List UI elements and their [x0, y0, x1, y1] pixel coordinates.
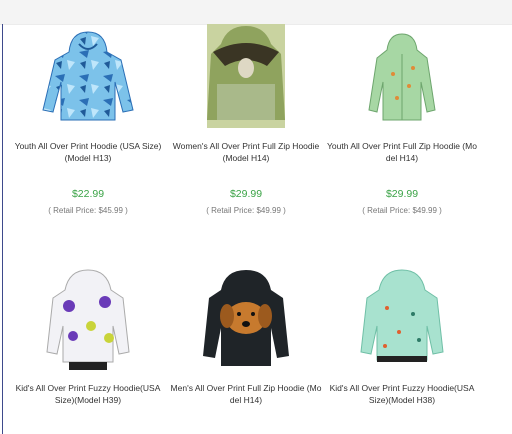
eagle-print-hoodie-icon[interactable]: [187, 24, 305, 128]
product-title[interactable]: Youth All Over Print Full Zip Hoodie (Mo…: [324, 140, 480, 164]
purple-flower-hoodie-icon[interactable]: [29, 266, 147, 370]
product-card[interactable]: Youth All Over Print Full Zip Hoodie (Mo…: [324, 24, 480, 215]
product-card[interactable]: Kid's All Over Print Fuzzy Hoodie(USA Si…: [10, 266, 166, 406]
product-card[interactable]: Men's All Over Print Full Zip Hoodie (Mo…: [168, 266, 324, 406]
product-title[interactable]: Kid's All Over Print Fuzzy Hoodie(USA Si…: [10, 382, 166, 406]
product-price: $22.99: [71, 188, 105, 200]
top-bar: [0, 0, 512, 25]
retail-price: ( Retail Price: $49.99 ): [362, 206, 442, 215]
retail-price: ( Retail Price: $49.99 ): [206, 206, 286, 215]
product-card[interactable]: Youth All Over Print Hoodie (USA Size) (…: [10, 24, 166, 215]
product-title[interactable]: Kid's All Over Print Fuzzy Hoodie(USA Si…: [324, 382, 480, 406]
retail-price: ( Retail Price: $45.99 ): [48, 206, 128, 215]
product-title[interactable]: Women's All Over Print Full Zip Hoodie (…: [168, 140, 324, 164]
product-price: $29.99: [385, 188, 419, 200]
product-title[interactable]: Men's All Over Print Full Zip Hoodie (Mo…: [168, 382, 324, 406]
product-title[interactable]: Youth All Over Print Hoodie (USA Size) (…: [10, 140, 166, 164]
dog-print-hoodie-icon[interactable]: [187, 266, 305, 370]
product-grid: Youth All Over Print Hoodie (USA Size) (…: [10, 24, 480, 434]
product-card[interactable]: Women's All Over Print Full Zip Hoodie (…: [168, 24, 324, 215]
green-leaf-hoodie-icon[interactable]: [343, 24, 461, 128]
product-card[interactable]: Kid's All Over Print Fuzzy Hoodie(USA Si…: [324, 266, 480, 406]
left-border: [2, 24, 3, 434]
blue-camo-hoodie-icon[interactable]: [29, 24, 147, 128]
product-price: $29.99: [229, 188, 263, 200]
mint-pattern-hoodie-icon[interactable]: [343, 266, 461, 370]
